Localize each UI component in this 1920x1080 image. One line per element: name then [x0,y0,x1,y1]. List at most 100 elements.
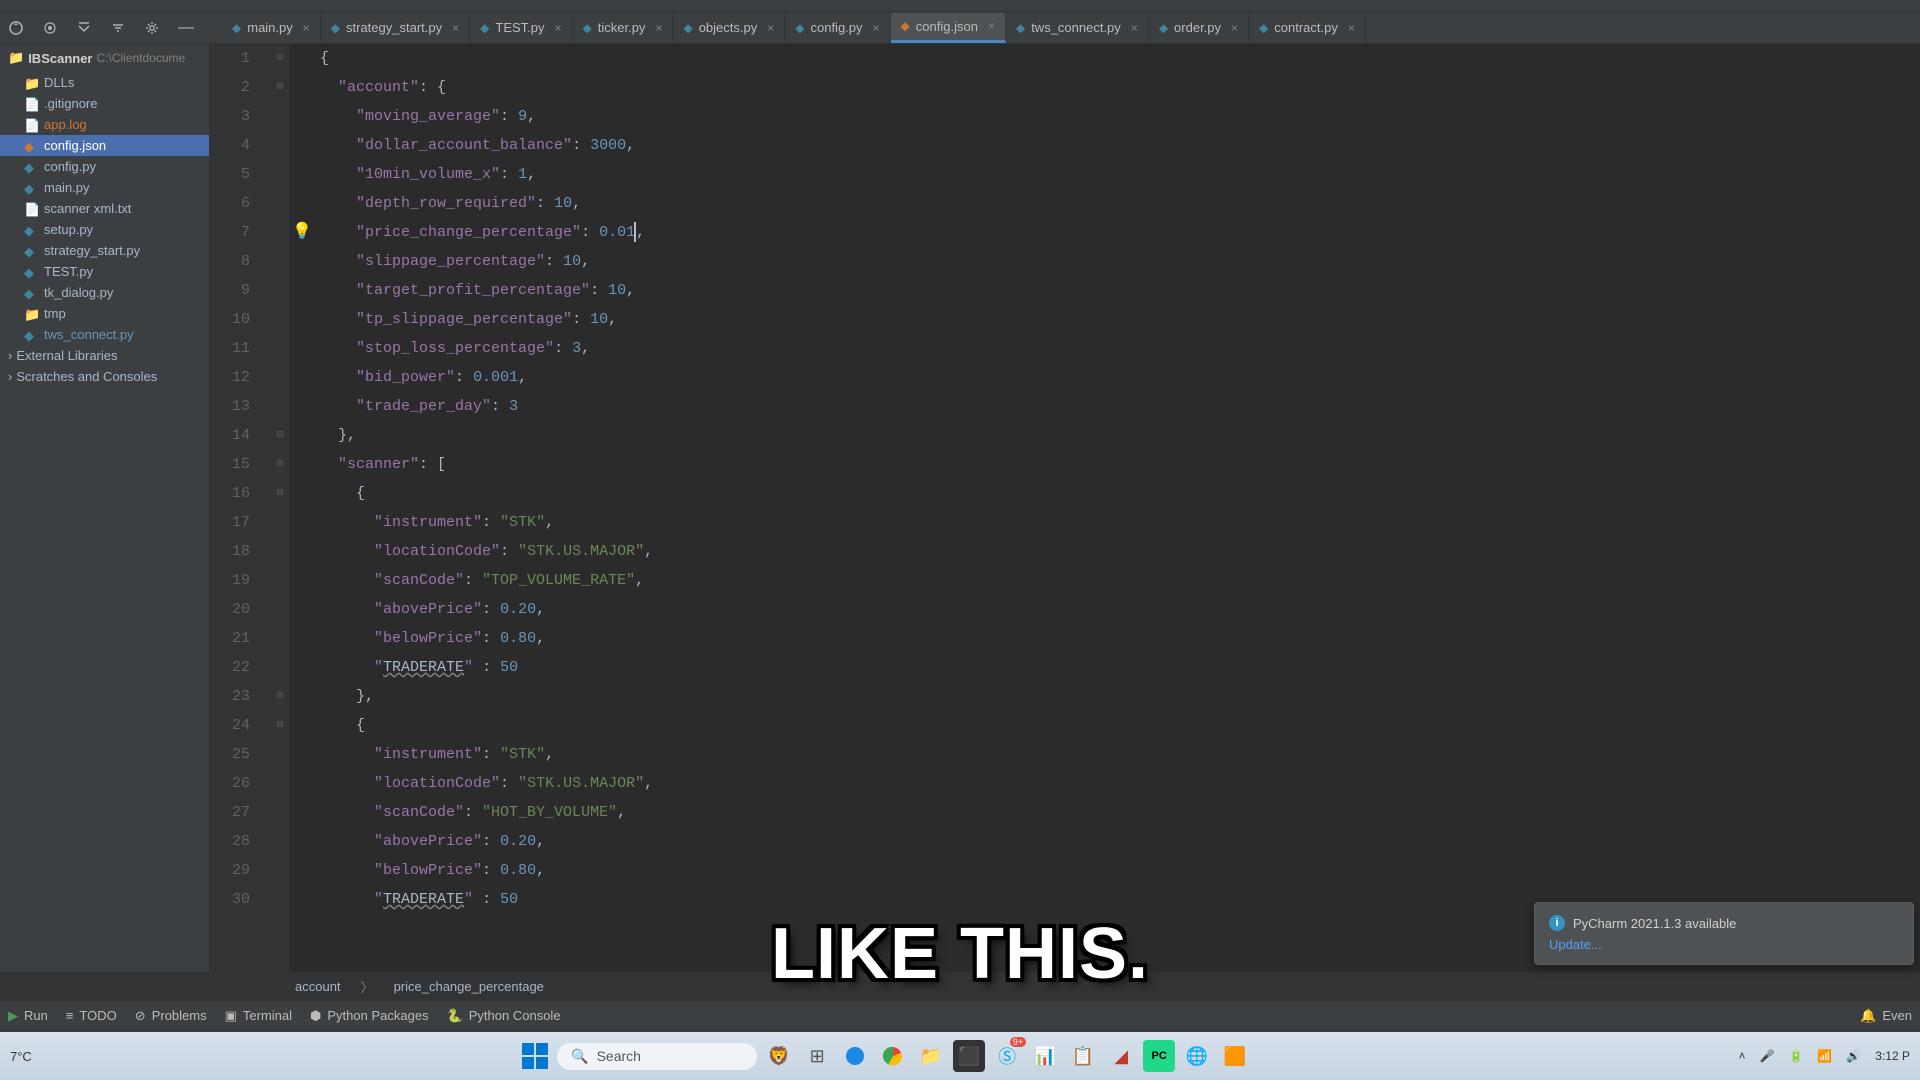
editor-tab[interactable]: ◆contract.py× [1249,13,1366,43]
terminal-tool[interactable]: ▣Terminal [225,1008,292,1024]
tray-wifi-icon[interactable]: 📶 [1817,1049,1832,1063]
app-icon-4[interactable]: ◢ [1105,1040,1137,1072]
tree-label: config.json [44,138,106,153]
tree-item[interactable]: 📁DLLs [0,72,209,93]
fold-gutter[interactable]: ⊟⊟⊟⊟⊟⊟⊟ [270,44,290,972]
editor-tab[interactable]: ◆order.py× [1149,13,1249,43]
weather-widget[interactable]: 7°C [10,1049,32,1064]
close-icon[interactable]: × [1348,21,1355,35]
tree-item[interactable]: 📄app.log [0,114,209,135]
chrome-icon[interactable] [877,1040,909,1072]
tree-item[interactable]: ◆tk_dialog.py [0,282,209,303]
collapse-icon[interactable]: — [178,20,194,36]
app-icon-6[interactable]: 🟧 [1219,1040,1251,1072]
tree-item[interactable]: ◆config.py [0,156,209,177]
project-sidebar[interactable]: 📁 IBScanner C:\Clientdocume 📁DLLs 📄 .gitig… [0,44,210,972]
close-icon[interactable]: × [1231,21,1238,35]
problems-tool[interactable]: ⊘Problems [135,1008,207,1024]
tray-chevron-icon[interactable]: ˄ [1738,1049,1745,1063]
editor-tab[interactable]: ◆config.py× [785,13,890,43]
tab-label: contract.py [1274,20,1338,35]
events-tool[interactable]: 🔔Even [1860,1008,1912,1024]
tree-label: tk_dialog.py [44,285,113,300]
file-icon: 📁 [24,76,38,90]
pycharm-icon[interactable]: PC [1143,1040,1175,1072]
target-icon[interactable] [42,20,58,36]
editor-tab[interactable]: ◆config.json× [891,13,1006,43]
code-editor[interactable]: 1234567891011121314151617181920212223242… [210,44,1920,972]
console-tool[interactable]: 🐍Python Console [447,1008,561,1024]
breadcrumb-item[interactable]: price_change_percentage [394,979,544,994]
app-icon-1[interactable]: ⬛ [953,1040,985,1072]
file-icon: ◆ [24,160,38,174]
tree-item[interactable]: ◆strategy_start.py [0,240,209,261]
app-icon-5[interactable]: 🌐 [1181,1040,1213,1072]
breadcrumb-item[interactable]: account [295,979,341,994]
tray-battery-icon[interactable]: 🔋 [1788,1049,1803,1063]
intention-bulb-icon[interactable]: 💡 [292,223,312,241]
update-link[interactable]: Update... [1549,937,1899,952]
app-icon-3[interactable]: 📋 [1067,1040,1099,1072]
skype-icon[interactable]: Ⓢ9+ [991,1040,1023,1072]
emoji-app-icon[interactable]: 🦁 [763,1040,795,1072]
close-icon[interactable]: × [767,21,774,35]
editor-tab[interactable]: ◆TEST.py× [470,13,572,43]
file-icon: ◆ [24,223,38,237]
file-icon: 📄 [24,97,38,111]
app-icon-2[interactable]: 📊 [1029,1040,1061,1072]
tree-section[interactable]: ›External Libraries [0,345,209,366]
bulb-gutter: 💡 [290,44,314,972]
tab-label: config.py [810,20,862,35]
editor-tab[interactable]: ◆tws_connect.py× [1006,13,1149,43]
editor-tab[interactable]: ◆ticker.py× [573,13,674,43]
update-notification[interactable]: i PyCharm 2021.1.3 available Update... [1534,902,1914,965]
tree-item[interactable]: ◆TEST.py [0,261,209,282]
close-icon[interactable]: × [555,21,562,35]
tree-item[interactable]: 📄 .gitignore [0,93,209,114]
close-icon[interactable]: × [452,21,459,35]
editor-tab[interactable]: ◆objects.py× [673,13,785,43]
run-tool[interactable]: ▶Run [8,1008,48,1024]
tree-item[interactable]: ◆main.py [0,177,209,198]
file-icon: ◆ [232,21,241,35]
sync-icon[interactable] [8,20,24,36]
editor-tab[interactable]: ◆main.py× [222,13,321,43]
tree-section[interactable]: ›Scratches and Consoles [0,366,209,387]
task-view-icon[interactable]: ⊞ [801,1040,833,1072]
file-icon: 📁 [24,307,38,321]
tree-item[interactable]: ◆config.json [0,135,209,156]
packages-tool[interactable]: ⬢Python Packages [310,1008,429,1024]
project-name: IBScanner [28,51,92,66]
edge-icon[interactable] [839,1040,871,1072]
tree-item[interactable]: ◆tws_connect.py [0,324,209,345]
tree-item[interactable]: ◆setup.py [0,219,209,240]
package-icon: ⬢ [310,1008,321,1024]
play-icon: ▶ [8,1008,18,1024]
close-icon[interactable]: × [655,21,662,35]
close-icon[interactable]: × [1131,21,1138,35]
expand-icon[interactable] [76,20,92,36]
tree-label: .gitignore [44,96,97,111]
windows-taskbar[interactable]: 7°C 🔍 Search 🦁 ⊞ 📁 ⬛ Ⓢ9+ 📊 📋 ◢ PC 🌐 🟧 ˄ … [0,1032,1920,1080]
tree-item[interactable]: 📄scanner xml.txt [0,198,209,219]
editor-tab[interactable]: ◆strategy_start.py× [321,13,470,43]
close-icon[interactable]: × [873,21,880,35]
tree-label: scanner xml.txt [44,201,131,216]
filter-icon[interactable] [110,20,126,36]
line-gutter: 1234567891011121314151617181920212223242… [210,44,270,972]
project-root[interactable]: 📁 IBScanner C:\Clientdocume [0,44,209,72]
tray-clock[interactable]: 3:12 P [1875,1049,1910,1063]
tab-label: TEST.py [495,20,544,35]
tree-item[interactable]: 📁tmp [0,303,209,324]
gear-icon[interactable] [144,20,160,36]
code-content[interactable]: { "account": { "moving_average": 9, "dol… [314,44,1920,972]
tray-mic-icon[interactable]: 🎤 [1759,1049,1774,1063]
search-box[interactable]: 🔍 Search [557,1043,757,1070]
explorer-icon[interactable]: 📁 [915,1040,947,1072]
close-icon[interactable]: × [988,19,995,33]
tree-label: TEST.py [44,264,93,279]
todo-tool[interactable]: ≡TODO [66,1008,117,1023]
tray-volume-icon[interactable]: 🔊 [1846,1049,1861,1063]
start-button[interactable] [519,1040,551,1072]
close-icon[interactable]: × [303,21,310,35]
